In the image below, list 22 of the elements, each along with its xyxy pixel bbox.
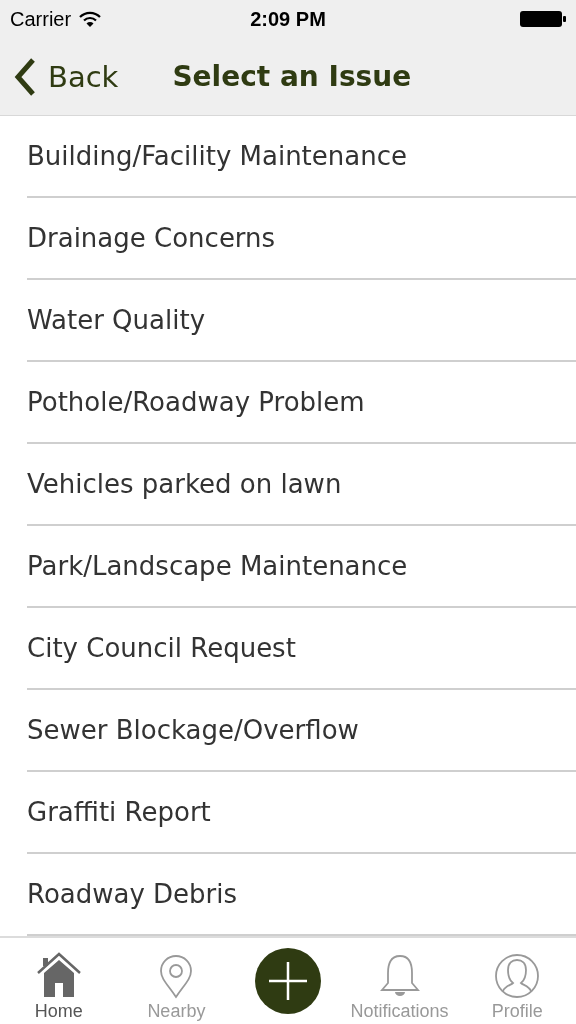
issue-list-item[interactable]: Drainage Concerns <box>27 198 576 280</box>
issue-list-item[interactable]: Sewer Blockage/Overflow <box>27 690 576 772</box>
issue-list-item[interactable]: Water Quality <box>27 280 576 362</box>
issue-list-item[interactable]: City Council Request <box>27 608 576 690</box>
tab-bar-item[interactable]: Home <box>0 938 118 1024</box>
status-time: 2:09 PM <box>250 7 326 31</box>
issue-list-item[interactable]: Pothole/Roadway Problem <box>27 362 576 444</box>
back-button[interactable]: Back <box>0 57 133 96</box>
location-pin-icon <box>158 955 195 999</box>
carrier-name: Carrier <box>10 7 72 31</box>
issue-list-item[interactable]: Park/Landscape Maintenance <box>27 526 576 608</box>
wifi-icon <box>79 11 102 27</box>
battery-icon <box>520 10 566 28</box>
issue-list-item[interactable]: Vehicles parked on lawn <box>27 444 576 526</box>
user-icon <box>494 953 541 999</box>
issue-list-item[interactable]: Graffiti Report <box>27 772 576 854</box>
chevron-left-icon <box>14 57 36 96</box>
issue-list-item[interactable]: Roadway Debris <box>27 854 576 936</box>
issue-list-item[interactable]: Building/Facility Maintenance <box>27 116 576 198</box>
plus-icon <box>268 961 308 1001</box>
screen-title: Select an Issue <box>172 60 412 93</box>
bell-icon <box>377 953 422 999</box>
